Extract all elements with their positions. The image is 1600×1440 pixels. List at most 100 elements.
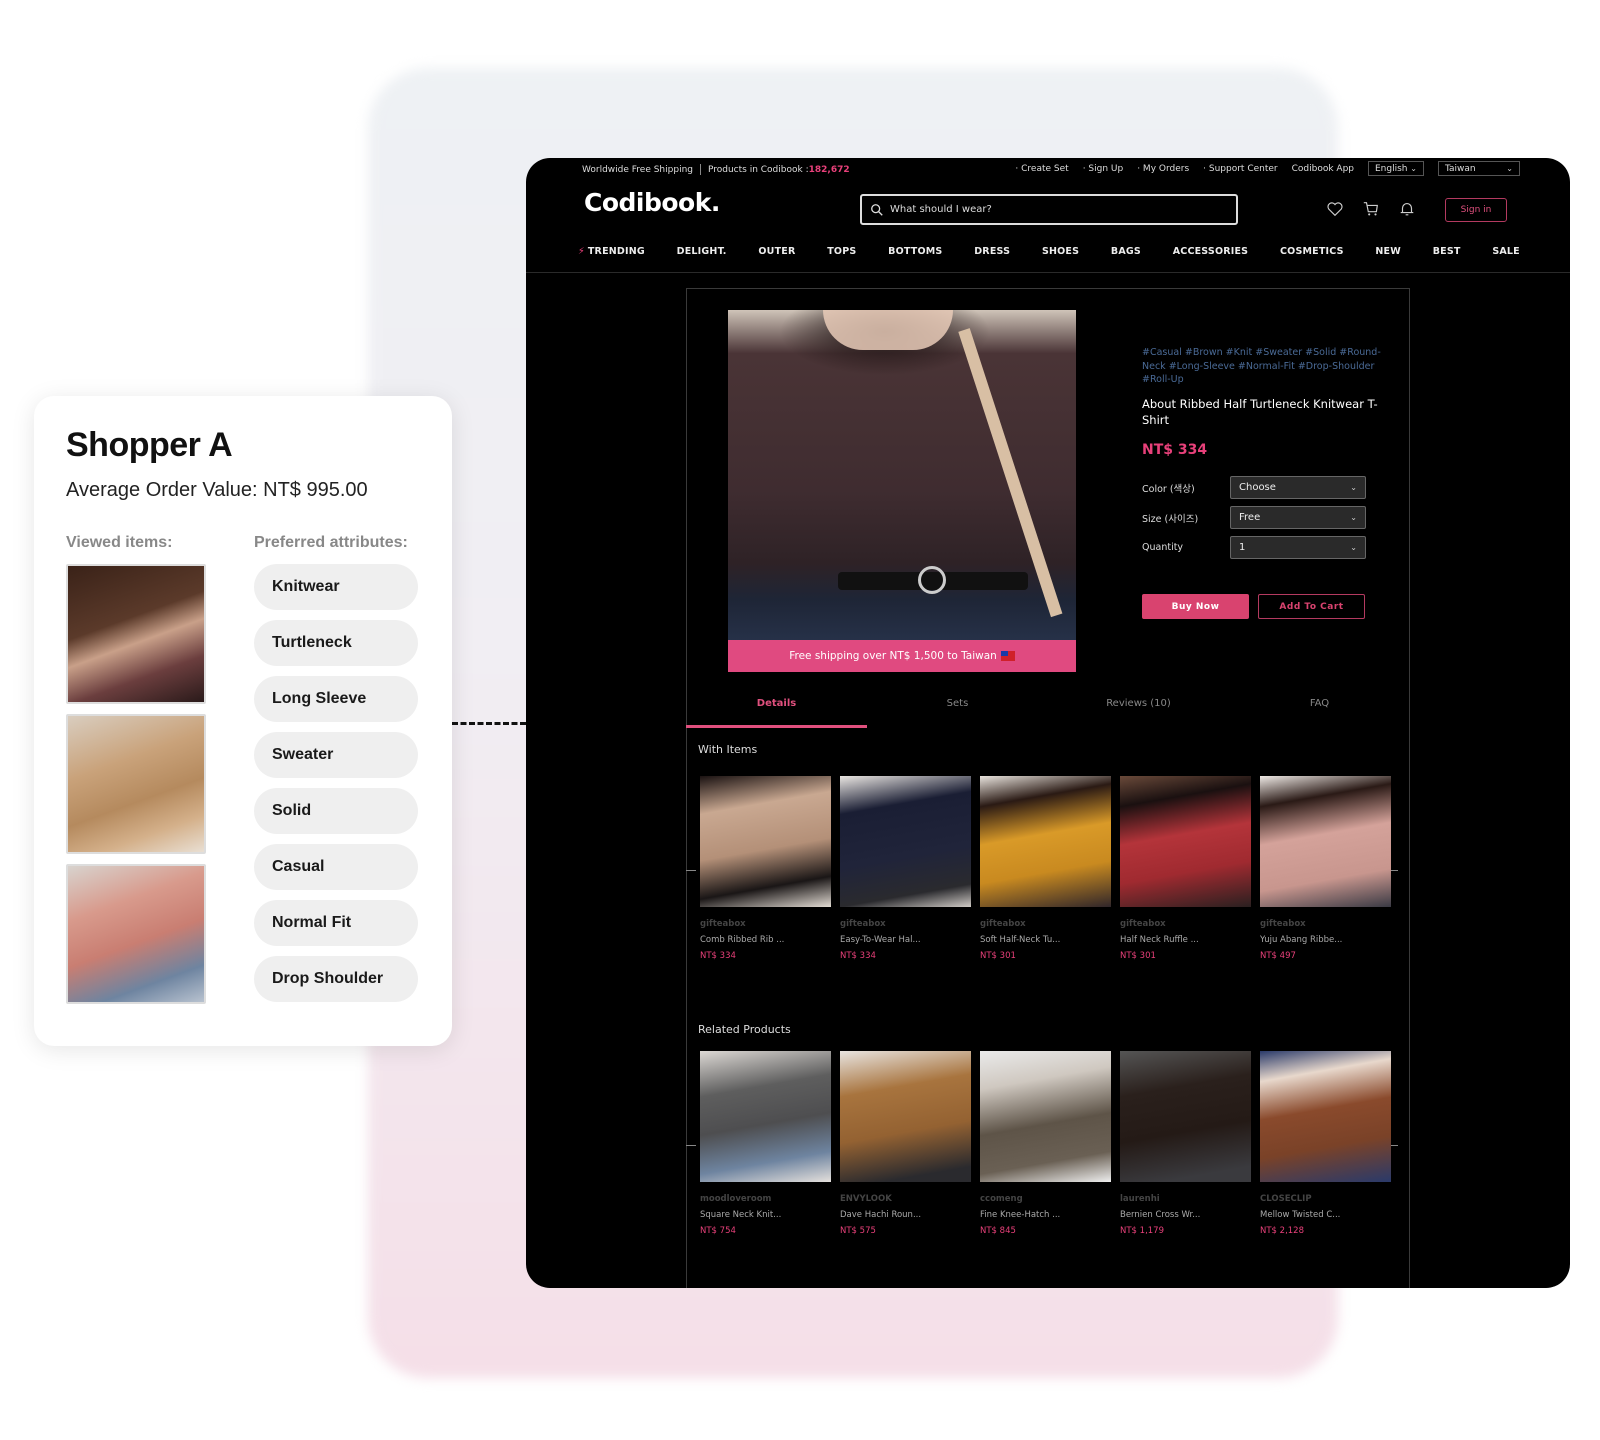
tab-reviews[interactable]: Reviews (10) — [1048, 678, 1229, 728]
product-brand: moodloveroom — [700, 1194, 772, 1204]
product-hero-image[interactable]: Free shipping over NT$ 1,500 to Taiwan — [728, 310, 1076, 672]
free-shipping-banner: Free shipping over NT$ 1,500 to Taiwan — [728, 640, 1076, 672]
product-price: NT$ 334 — [700, 951, 736, 961]
product-image[interactable] — [1120, 776, 1251, 907]
codibook-logo[interactable]: Codibook. — [584, 188, 720, 217]
search-input[interactable]: What should I wear? — [860, 194, 1238, 225]
products-count-label: Products in Codibook : — [707, 164, 809, 175]
my-orders-link[interactable]: · My Orders — [1137, 164, 1189, 174]
product-name[interactable]: Yuju Abang Ribbe... — [1260, 935, 1391, 945]
product-brand: gifteabox — [1120, 919, 1166, 929]
nav-bags[interactable]: BAGS — [1111, 246, 1141, 257]
product-name[interactable]: Half Neck Ruffle ... — [1120, 935, 1251, 945]
viewed-item-thumbnail[interactable] — [66, 714, 206, 854]
chevron-down-icon: ⌄ — [1410, 164, 1417, 173]
product-info: #Casual #Brown #Knit #Sweater #Solid #Ro… — [1142, 346, 1392, 458]
product-name[interactable]: Soft Half-Neck Tu... — [980, 935, 1111, 945]
bell-icon[interactable] — [1398, 200, 1416, 218]
size-option-row: Size (사이즈) Free ⌄ — [1142, 506, 1366, 529]
lightning-icon: ⚡ — [578, 246, 585, 257]
product-price: NT$ 845 — [980, 1226, 1016, 1236]
product-image[interactable] — [1260, 1051, 1391, 1182]
nav-best[interactable]: BEST — [1433, 246, 1461, 257]
product-card[interactable]: CLOSECLIP Mellow Twisted C... NT$ 2,128 — [1260, 1051, 1391, 1236]
product-card[interactable]: ccomeng Fine Knee-Hatch ... NT$ 845 — [980, 1051, 1111, 1236]
nav-dress[interactable]: DRESS — [974, 246, 1010, 257]
create-set-link[interactable]: · Create Set — [1015, 164, 1068, 174]
product-image[interactable] — [980, 776, 1111, 907]
quantity-label: Quantity — [1142, 542, 1184, 553]
product-name[interactable]: Comb Ribbed Rib ... — [700, 935, 831, 945]
viewed-item-thumbnail[interactable] — [66, 864, 206, 1004]
attribute-chip: Drop Shoulder — [254, 956, 418, 1002]
tab-faq[interactable]: FAQ — [1229, 678, 1410, 728]
category-nav: ⚡ TRENDING DELIGHT. OUTER TOPS BOTTOMS DR… — [578, 246, 1520, 257]
nav-delight[interactable]: DELIGHT. — [677, 246, 727, 257]
tab-details[interactable]: Details — [686, 678, 867, 728]
product-name[interactable]: Dave Hachi Roun... — [840, 1210, 971, 1220]
product-price: NT$ 301 — [980, 951, 1016, 961]
search-icon — [871, 203, 883, 216]
chevron-down-icon: ⌄ — [1350, 483, 1357, 492]
product-name[interactable]: Mellow Twisted C... — [1260, 1210, 1391, 1220]
product-card[interactable]: laurenhi Bernien Cross Wr... NT$ 1,179 — [1120, 1051, 1251, 1236]
size-select[interactable]: Free ⌄ — [1230, 506, 1366, 529]
product-image[interactable] — [840, 1051, 971, 1182]
product-name[interactable]: Easy-To-Wear Hal... — [840, 935, 971, 945]
product-image[interactable] — [700, 776, 831, 907]
product-image[interactable] — [840, 776, 971, 907]
chevron-down-icon: ⌄ — [1506, 164, 1513, 173]
nav-new[interactable]: NEW — [1375, 246, 1401, 257]
attribute-chip: Casual — [254, 844, 418, 890]
product-image[interactable] — [1260, 776, 1391, 907]
product-card[interactable]: gifteabox Half Neck Ruffle ... NT$ 301 — [1120, 776, 1251, 961]
country-select[interactable]: Taiwan ⌄ — [1438, 161, 1520, 176]
product-brand: ENVYLOOK — [840, 1194, 892, 1204]
product-image[interactable] — [980, 1051, 1111, 1182]
support-center-link[interactable]: · Support Center — [1203, 164, 1277, 174]
with-items-row: gifteabox Comb Ribbed Rib ... NT$ 334 gi… — [700, 776, 1391, 961]
product-name[interactable]: Square Neck Knit... — [700, 1210, 831, 1220]
product-image[interactable] — [700, 1051, 831, 1182]
dashed-connector — [452, 722, 526, 725]
average-order-value: Average Order Value: NT$ 995.00 — [66, 479, 368, 501]
product-card[interactable]: gifteabox Soft Half-Neck Tu... NT$ 301 — [980, 776, 1111, 961]
heart-icon[interactable] — [1326, 200, 1344, 218]
tab-sets[interactable]: Sets — [867, 678, 1048, 728]
sign-up-link[interactable]: · Sign Up — [1083, 164, 1124, 174]
product-card[interactable]: gifteabox Easy-To-Wear Hal... NT$ 334 — [840, 776, 971, 961]
nav-tops[interactable]: TOPS — [827, 246, 856, 257]
quantity-select[interactable]: 1 ⌄ — [1230, 536, 1366, 559]
add-to-cart-button[interactable]: Add To Cart — [1258, 594, 1365, 619]
nav-accessories[interactable]: ACCESSORIES — [1173, 246, 1249, 257]
product-price: NT$ 334 — [840, 951, 876, 961]
nav-shoes[interactable]: SHOES — [1042, 246, 1079, 257]
buy-now-button[interactable]: Buy Now — [1142, 594, 1249, 619]
codibook-app-link[interactable]: Codibook App — [1292, 164, 1354, 174]
color-select[interactable]: Choose ⌄ — [1230, 476, 1366, 499]
nav-cosmetics[interactable]: COSMETICS — [1280, 246, 1344, 257]
nav-trending[interactable]: ⚡ TRENDING — [578, 246, 645, 257]
product-price: NT$ 1,179 — [1120, 1226, 1164, 1236]
product-brand: ccomeng — [980, 1194, 1023, 1204]
product-name[interactable]: Bernien Cross Wr... — [1120, 1210, 1251, 1220]
product-card[interactable]: moodloveroom Square Neck Knit... NT$ 754 — [700, 1051, 831, 1236]
viewed-item-thumbnail[interactable] — [66, 564, 206, 704]
product-brand: gifteabox — [980, 919, 1026, 929]
nav-sale[interactable]: SALE — [1492, 246, 1520, 257]
language-select[interactable]: English ⌄ — [1368, 161, 1424, 176]
sign-in-button[interactable]: Sign in — [1445, 198, 1507, 222]
product-card[interactable]: gifteabox Yuju Abang Ribbe... NT$ 497 — [1260, 776, 1391, 961]
product-tags[interactable]: #Casual #Brown #Knit #Sweater #Solid #Ro… — [1142, 346, 1392, 387]
carousel-prev-arrow[interactable] — [686, 870, 696, 871]
product-image[interactable] — [1120, 1051, 1251, 1182]
product-name[interactable]: Fine Knee-Hatch ... — [980, 1210, 1111, 1220]
carousel-prev-arrow[interactable] — [686, 1145, 696, 1146]
nav-bottoms[interactable]: BOTTOMS — [888, 246, 942, 257]
product-price: NT$ 2,128 — [1260, 1226, 1304, 1236]
product-card[interactable]: gifteabox Comb Ribbed Rib ... NT$ 334 — [700, 776, 831, 961]
cart-icon[interactable] — [1362, 200, 1380, 218]
nav-outer[interactable]: OUTER — [758, 246, 795, 257]
attribute-chip: Knitwear — [254, 564, 418, 610]
product-card[interactable]: ENVYLOOK Dave Hachi Roun... NT$ 575 — [840, 1051, 971, 1236]
